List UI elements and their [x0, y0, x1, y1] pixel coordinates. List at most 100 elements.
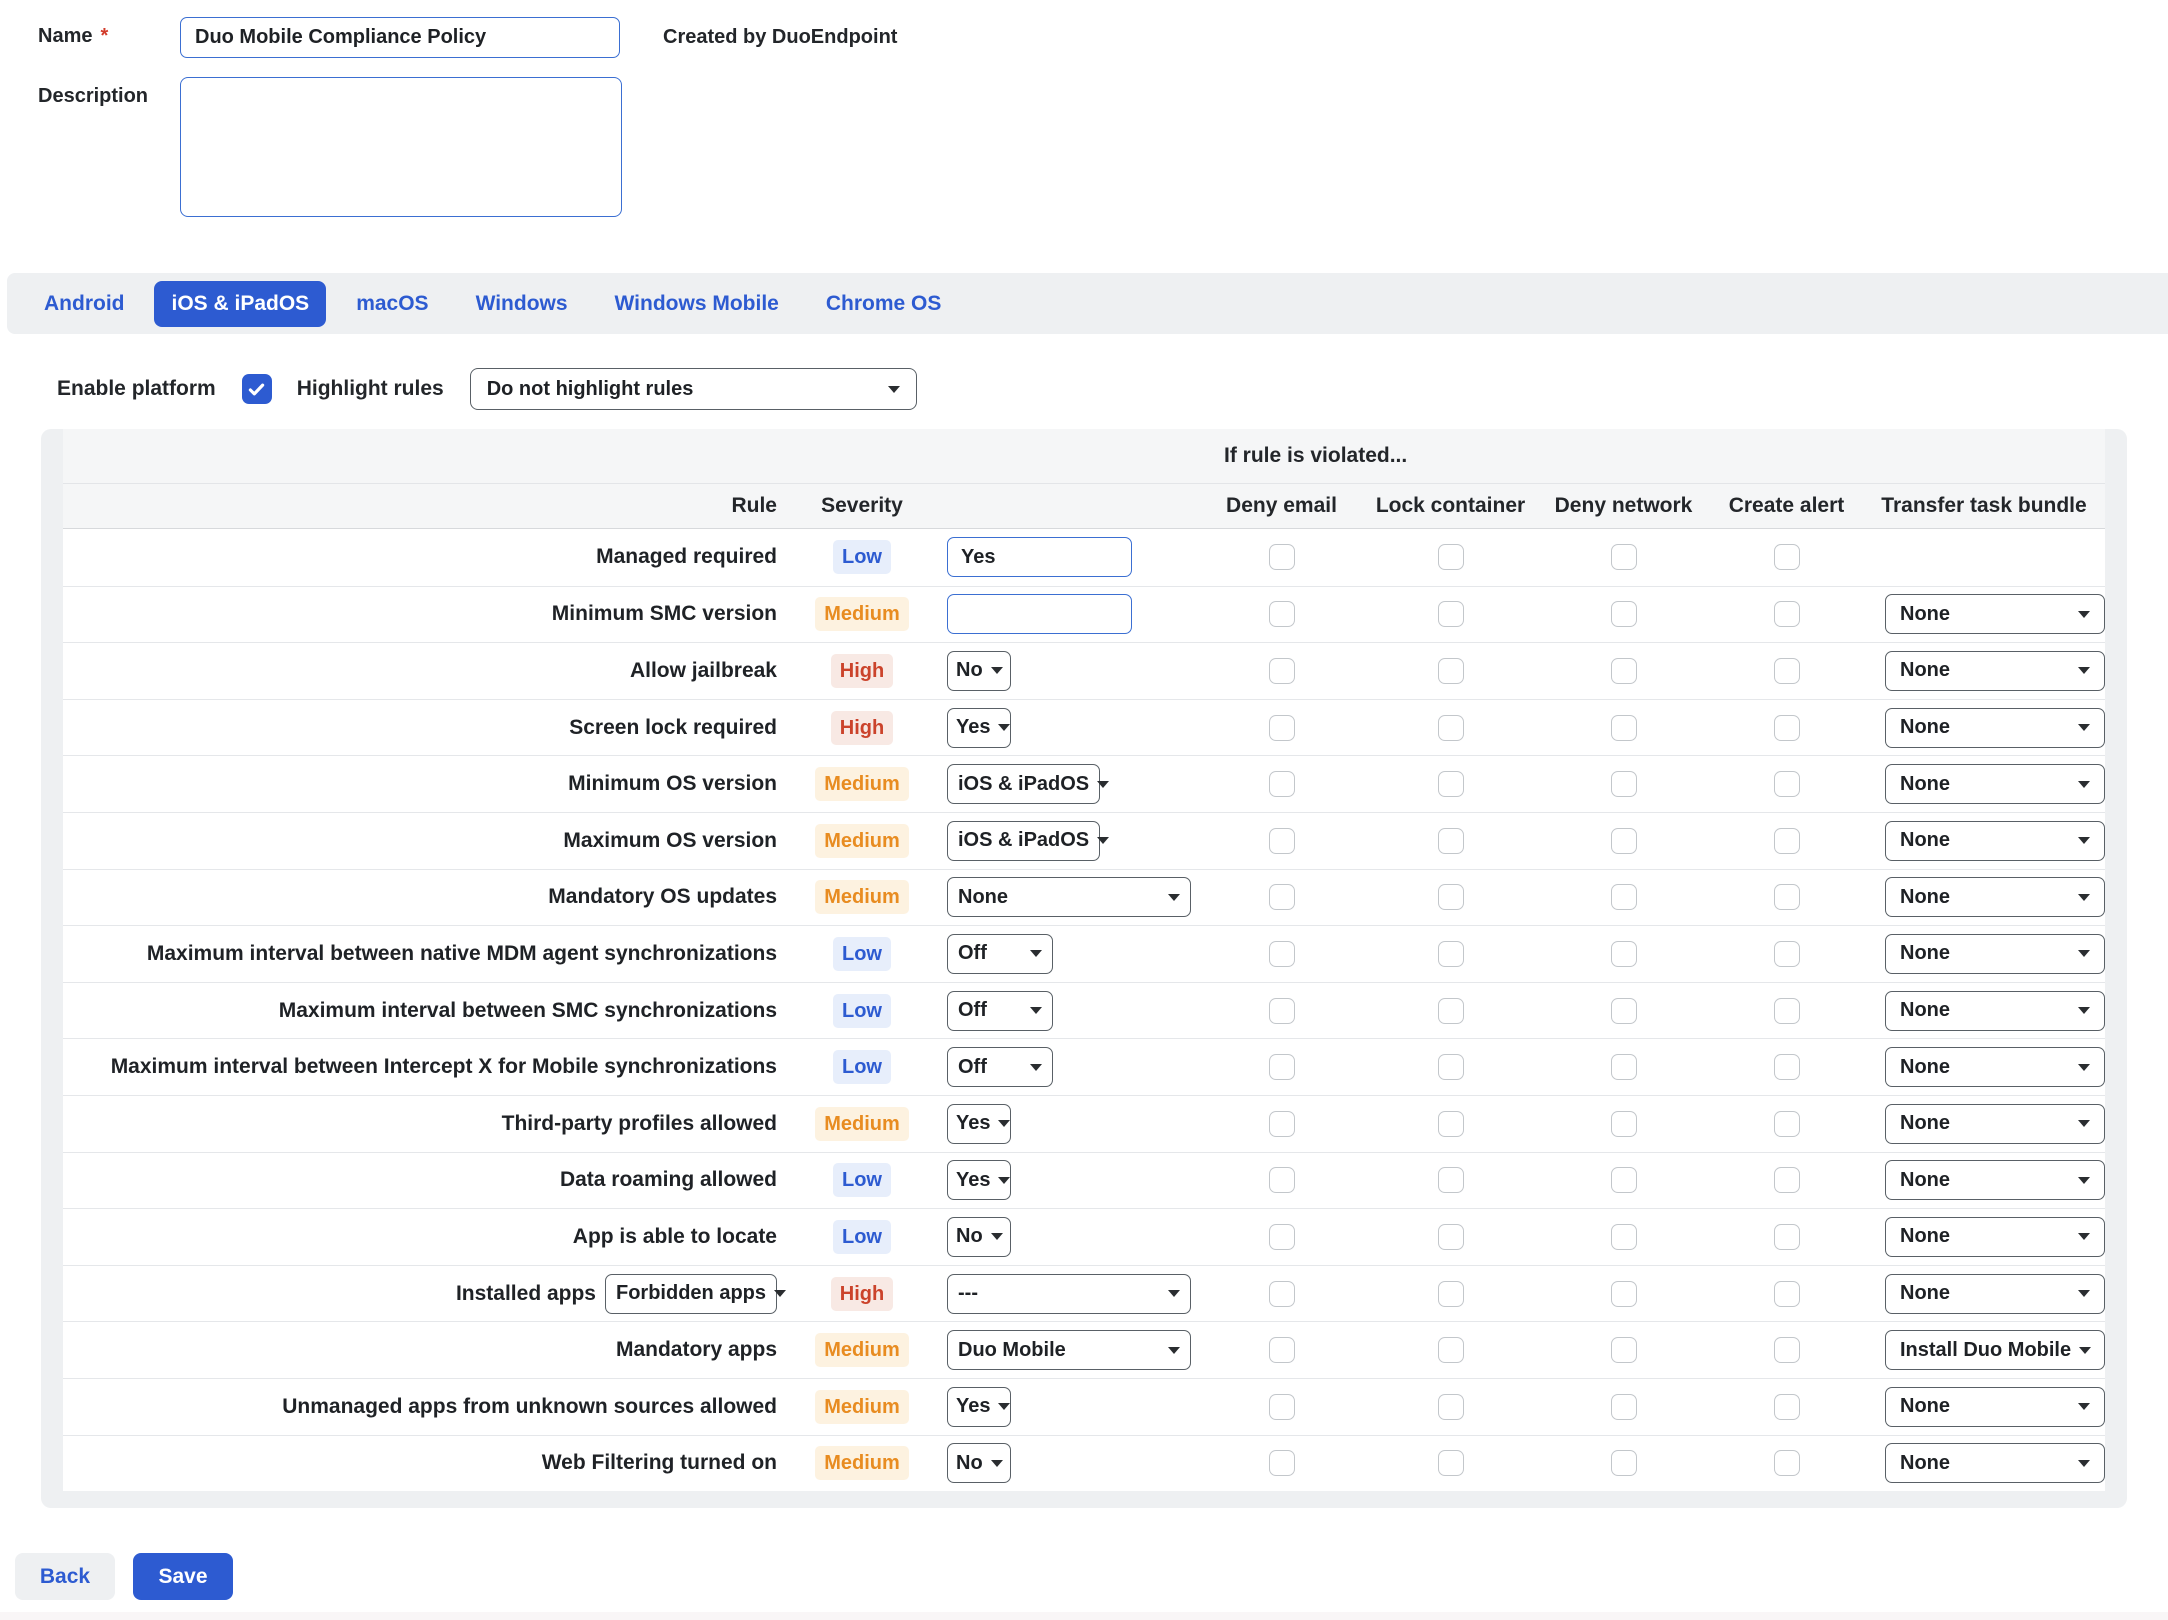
- violation-checkbox-deny-network[interactable]: [1611, 1224, 1637, 1250]
- violation-checkbox-create-alert[interactable]: [1774, 1167, 1800, 1193]
- violation-checkbox-lock-container[interactable]: [1438, 884, 1464, 910]
- violation-checkbox-create-alert[interactable]: [1774, 1224, 1800, 1250]
- rule-value-select[interactable]: ---: [947, 1274, 1191, 1314]
- violation-checkbox-deny-network[interactable]: [1611, 1167, 1637, 1193]
- violation-checkbox-deny-network[interactable]: [1611, 828, 1637, 854]
- violation-checkbox-deny-network[interactable]: [1611, 1281, 1637, 1307]
- tab-ios-ipados[interactable]: iOS & iPadOS: [154, 281, 326, 327]
- violation-checkbox-lock-container[interactable]: [1438, 1394, 1464, 1420]
- tab-chrome-os[interactable]: Chrome OS: [809, 281, 959, 327]
- violation-checkbox-lock-container[interactable]: [1438, 771, 1464, 797]
- violation-checkbox-deny-email[interactable]: [1269, 658, 1295, 684]
- violation-checkbox-deny-email[interactable]: [1269, 941, 1295, 967]
- violation-checkbox-deny-network[interactable]: [1611, 1054, 1637, 1080]
- rule-value-select[interactable]: No: [947, 1443, 1011, 1483]
- violation-checkbox-lock-container[interactable]: [1438, 998, 1464, 1024]
- violation-checkbox-create-alert[interactable]: [1774, 715, 1800, 741]
- transfer-task-bundle-select[interactable]: None: [1885, 821, 2105, 861]
- violation-checkbox-deny-email[interactable]: [1269, 1054, 1295, 1080]
- violation-checkbox-deny-email[interactable]: [1269, 1167, 1295, 1193]
- violation-checkbox-create-alert[interactable]: [1774, 771, 1800, 797]
- violation-checkbox-lock-container[interactable]: [1438, 1111, 1464, 1137]
- transfer-task-bundle-select[interactable]: None: [1885, 877, 2105, 917]
- tab-windows-mobile[interactable]: Windows Mobile: [598, 281, 796, 327]
- rule-value-select[interactable]: Off: [947, 1047, 1053, 1087]
- violation-checkbox-deny-email[interactable]: [1269, 1111, 1295, 1137]
- violation-checkbox-create-alert[interactable]: [1774, 1054, 1800, 1080]
- violation-checkbox-lock-container[interactable]: [1438, 1167, 1464, 1193]
- violation-checkbox-create-alert[interactable]: [1774, 1394, 1800, 1420]
- violation-checkbox-deny-email[interactable]: [1269, 828, 1295, 854]
- transfer-task-bundle-select[interactable]: None: [1885, 991, 2105, 1031]
- rule-value-select[interactable]: None: [947, 877, 1191, 917]
- violation-checkbox-create-alert[interactable]: [1774, 941, 1800, 967]
- violation-checkbox-create-alert[interactable]: [1774, 1450, 1800, 1476]
- violation-checkbox-create-alert[interactable]: [1774, 658, 1800, 684]
- rule-value-select[interactable]: iOS & iPadOS: [947, 821, 1100, 861]
- transfer-task-bundle-select[interactable]: None: [1885, 1047, 2105, 1087]
- violation-checkbox-deny-network[interactable]: [1611, 771, 1637, 797]
- rule-value-select[interactable]: Off: [947, 991, 1053, 1031]
- transfer-task-bundle-select[interactable]: Install Duo Mobile: [1885, 1330, 2105, 1370]
- violation-checkbox-lock-container[interactable]: [1438, 1450, 1464, 1476]
- violation-checkbox-create-alert[interactable]: [1774, 601, 1800, 627]
- rule-value-select[interactable]: iOS & iPadOS: [947, 764, 1100, 804]
- violation-checkbox-create-alert[interactable]: [1774, 884, 1800, 910]
- save-button[interactable]: Save: [133, 1553, 233, 1600]
- transfer-task-bundle-select[interactable]: None: [1885, 594, 2105, 634]
- transfer-task-bundle-select[interactable]: None: [1885, 1217, 2105, 1257]
- transfer-task-bundle-select[interactable]: None: [1885, 934, 2105, 974]
- violation-checkbox-create-alert[interactable]: [1774, 828, 1800, 854]
- violation-checkbox-lock-container[interactable]: [1438, 1224, 1464, 1250]
- violation-checkbox-deny-network[interactable]: [1611, 884, 1637, 910]
- violation-checkbox-deny-email[interactable]: [1269, 1281, 1295, 1307]
- transfer-task-bundle-select[interactable]: None: [1885, 1443, 2105, 1483]
- violation-checkbox-deny-email[interactable]: [1269, 1394, 1295, 1420]
- rule-value-select[interactable]: Off: [947, 934, 1053, 974]
- transfer-task-bundle-select[interactable]: None: [1885, 1274, 2105, 1314]
- back-button[interactable]: Back: [15, 1553, 115, 1600]
- violation-checkbox-lock-container[interactable]: [1438, 601, 1464, 627]
- violation-checkbox-deny-network[interactable]: [1611, 1337, 1637, 1363]
- violation-checkbox-deny-network[interactable]: [1611, 658, 1637, 684]
- violation-checkbox-deny-email[interactable]: [1269, 1337, 1295, 1363]
- violation-checkbox-create-alert[interactable]: [1774, 1337, 1800, 1363]
- violation-checkbox-deny-network[interactable]: [1611, 601, 1637, 627]
- transfer-task-bundle-select[interactable]: None: [1885, 1387, 2105, 1427]
- rule-value-input[interactable]: [947, 537, 1132, 577]
- violation-checkbox-deny-email[interactable]: [1269, 715, 1295, 741]
- violation-checkbox-deny-network[interactable]: [1611, 1450, 1637, 1476]
- transfer-task-bundle-select[interactable]: None: [1885, 1160, 2105, 1200]
- tab-windows[interactable]: Windows: [459, 281, 585, 327]
- violation-checkbox-deny-network[interactable]: [1611, 715, 1637, 741]
- violation-checkbox-deny-network[interactable]: [1611, 544, 1637, 570]
- violation-checkbox-lock-container[interactable]: [1438, 544, 1464, 570]
- violation-checkbox-lock-container[interactable]: [1438, 1054, 1464, 1080]
- violation-checkbox-deny-email[interactable]: [1269, 1224, 1295, 1250]
- rule-value-select[interactable]: Yes: [947, 1160, 1011, 1200]
- violation-checkbox-deny-network[interactable]: [1611, 1111, 1637, 1137]
- rule-value-select[interactable]: No: [947, 1217, 1011, 1257]
- violation-checkbox-lock-container[interactable]: [1438, 828, 1464, 854]
- rule-value-input[interactable]: [947, 594, 1132, 634]
- installed-apps-mode-select[interactable]: Forbidden apps: [605, 1274, 777, 1314]
- violation-checkbox-deny-network[interactable]: [1611, 998, 1637, 1024]
- rule-value-select[interactable]: Yes: [947, 1104, 1011, 1144]
- violation-checkbox-lock-container[interactable]: [1438, 658, 1464, 684]
- name-input[interactable]: [180, 17, 620, 58]
- transfer-task-bundle-select[interactable]: None: [1885, 708, 2105, 748]
- violation-checkbox-deny-email[interactable]: [1269, 771, 1295, 797]
- tab-android[interactable]: Android: [27, 281, 141, 327]
- violation-checkbox-create-alert[interactable]: [1774, 1281, 1800, 1307]
- violation-checkbox-create-alert[interactable]: [1774, 1111, 1800, 1137]
- tab-macos[interactable]: macOS: [339, 281, 445, 327]
- rule-value-select[interactable]: Duo Mobile: [947, 1330, 1191, 1370]
- violation-checkbox-lock-container[interactable]: [1438, 1281, 1464, 1307]
- violation-checkbox-deny-email[interactable]: [1269, 884, 1295, 910]
- violation-checkbox-lock-container[interactable]: [1438, 715, 1464, 741]
- transfer-task-bundle-select[interactable]: None: [1885, 1104, 2105, 1144]
- violation-checkbox-lock-container[interactable]: [1438, 941, 1464, 967]
- violation-checkbox-deny-network[interactable]: [1611, 941, 1637, 967]
- violation-checkbox-create-alert[interactable]: [1774, 544, 1800, 570]
- enable-platform-checkbox[interactable]: [242, 374, 272, 404]
